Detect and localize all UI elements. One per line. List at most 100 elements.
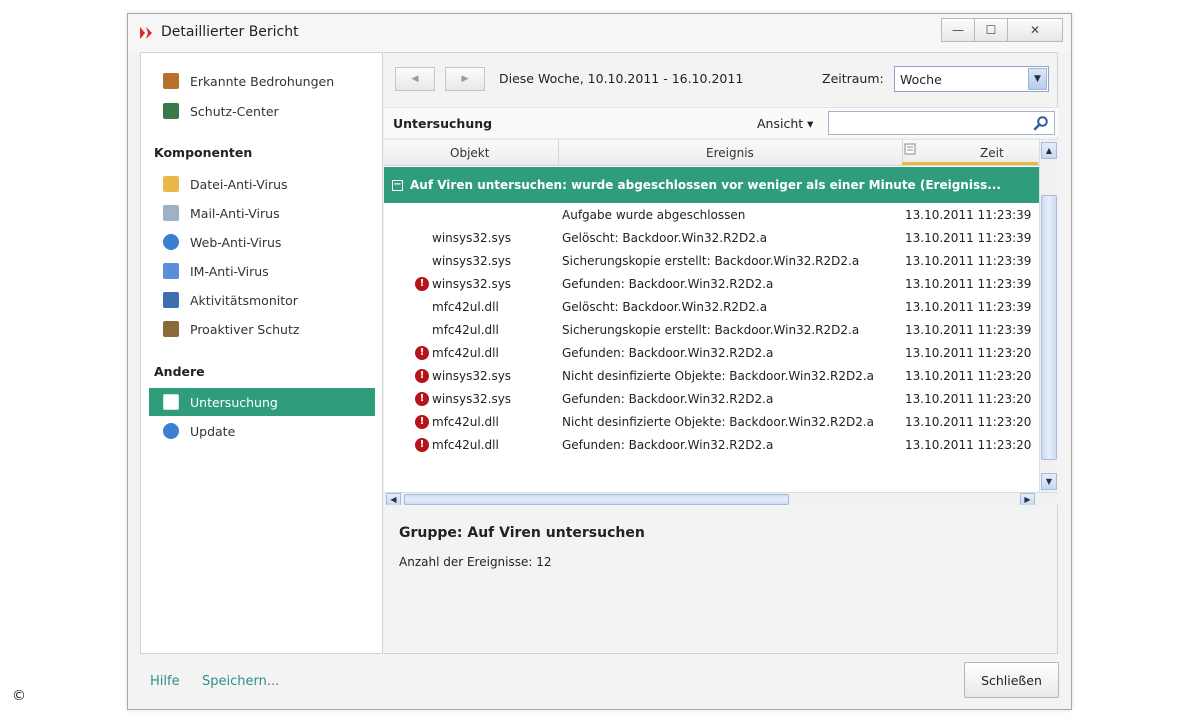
sort-indicator bbox=[902, 162, 1038, 165]
sidebar-item-activity-monitor[interactable]: Aktivitätsmonitor bbox=[149, 286, 375, 314]
cell-time: 13.10.2011 11:23:20 bbox=[905, 346, 1032, 360]
view-menu-button[interactable]: Ansicht ▾ bbox=[757, 116, 813, 131]
help-link[interactable]: Hilfe bbox=[150, 674, 180, 689]
events-table: Objekt Ereignis Zeit − Auf Viren untersu… bbox=[384, 139, 1058, 505]
table-row[interactable]: ! winsys32.sys Gefunden: Backdoor.Win32.R2… bbox=[384, 388, 1039, 411]
section-bar: Untersuchung Ansicht ▾ bbox=[384, 107, 1058, 137]
threats-icon bbox=[163, 73, 179, 89]
table-row[interactable]: ! mfc42ul.dll Nicht desinfizierte Objekte:… bbox=[384, 411, 1039, 434]
sidebar-item-label: Proaktiver Schutz bbox=[190, 321, 300, 337]
scroll-thumb-horizontal[interactable] bbox=[404, 494, 789, 505]
search-icon[interactable] bbox=[1033, 115, 1049, 131]
vertical-scrollbar[interactable]: ▲ ▼ bbox=[1039, 140, 1058, 492]
save-link[interactable]: Speichern... bbox=[202, 674, 279, 689]
cell-time: 13.10.2011 11:23:39 bbox=[905, 208, 1032, 222]
sidebar-item-label: Schutz-Center bbox=[190, 103, 279, 119]
toolbar: ◀ ▶ Diese Woche, 10.10.2011 - 16.10.2011… bbox=[384, 53, 1057, 105]
cell-object: winsys32.sys bbox=[432, 277, 512, 291]
column-header-object[interactable]: Objekt bbox=[450, 146, 489, 160]
week-range: Diese Woche, 10.10.2011 - 16.10.2011 bbox=[499, 71, 744, 86]
search-input[interactable] bbox=[833, 113, 1028, 133]
minimize-button[interactable]: — bbox=[941, 18, 975, 42]
period-value: Woche bbox=[900, 72, 942, 87]
back-button[interactable]: ◀ bbox=[395, 67, 435, 91]
monitor-icon bbox=[163, 292, 179, 308]
sidebar-item-scan[interactable]: Untersuchung bbox=[149, 388, 375, 416]
table-row[interactable]: winsys32.sys Sicherungskopie erstellt: Ba… bbox=[384, 250, 1039, 273]
maximize-button[interactable]: ☐ bbox=[974, 18, 1008, 42]
shield-icon bbox=[163, 321, 179, 337]
cell-time: 13.10.2011 11:23:39 bbox=[905, 277, 1032, 291]
sidebar-item-label: Erkannte Bedrohungen bbox=[190, 73, 335, 89]
sidebar-item-label: Datei-Anti-Virus bbox=[190, 176, 288, 192]
copyright-symbol: © bbox=[12, 688, 26, 704]
sidebar-item-threats[interactable]: Erkannte Bedrohungen bbox=[149, 67, 375, 95]
cell-time: 13.10.2011 11:23:39 bbox=[905, 231, 1032, 245]
section-title: Untersuchung bbox=[393, 116, 493, 131]
cell-time: 13.10.2011 11:23:20 bbox=[905, 392, 1032, 406]
table-row[interactable]: ! winsys32.sys Nicht desinfizierte Objekte… bbox=[384, 365, 1039, 388]
cell-event: Aufgabe wurde abgeschlossen bbox=[562, 208, 746, 222]
window-title: Detaillierter Bericht bbox=[161, 24, 299, 40]
error-icon: ! bbox=[415, 415, 429, 429]
table-row[interactable]: mfc42ul.dll Gelöscht: Backdoor.Win32.R2D2… bbox=[384, 296, 1039, 319]
error-icon: ! bbox=[415, 438, 429, 452]
column-header-event[interactable]: Ereignis bbox=[706, 146, 754, 160]
sidebar-item-label: Update bbox=[190, 423, 236, 439]
scroll-down-icon[interactable]: ▼ bbox=[1041, 473, 1057, 490]
error-icon: ! bbox=[415, 346, 429, 360]
sidebar-item-update[interactable]: Update bbox=[149, 417, 375, 445]
folder-icon bbox=[163, 176, 179, 192]
table-row[interactable]: ! winsys32.sys Gefunden: Backdoor.Win32.R2… bbox=[384, 273, 1039, 296]
cell-event: Gefunden: Backdoor.Win32.R2D2.a bbox=[562, 438, 774, 452]
period-select[interactable]: Woche ▼ bbox=[894, 66, 1049, 92]
cell-object: mfc42ul.dll bbox=[432, 300, 499, 314]
sidebar-item-web-antivirus[interactable]: Web-Anti-Virus bbox=[149, 228, 375, 256]
group-row[interactable]: − Auf Viren untersuchen: wurde abgeschlo… bbox=[384, 167, 1039, 203]
event-count: Anzahl der Ereignisse: 12 bbox=[399, 555, 552, 569]
cell-object: mfc42ul.dll bbox=[432, 438, 499, 452]
kaspersky-logo-icon bbox=[140, 27, 152, 39]
chevron-down-icon[interactable]: ▼ bbox=[1028, 68, 1047, 90]
table-row[interactable]: ! mfc42ul.dll Gefunden: Backdoor.Win32.R2D… bbox=[384, 342, 1039, 365]
other-heading: Andere bbox=[154, 364, 205, 379]
sidebar-item-mail-antivirus[interactable]: Mail-Anti-Virus bbox=[149, 199, 375, 227]
sidebar-item-label: Mail-Anti-Virus bbox=[190, 205, 280, 221]
column-header-time[interactable]: Zeit bbox=[980, 146, 1004, 160]
table-row[interactable]: winsys32.sys Gelöscht: Backdoor.Win32.R2D… bbox=[384, 227, 1039, 250]
horizontal-scrollbar[interactable]: ◀ ▶ bbox=[384, 492, 1058, 505]
error-icon: ! bbox=[415, 369, 429, 383]
column-config-icon[interactable] bbox=[904, 143, 916, 155]
sidebar-item-im-antivirus[interactable]: IM-Anti-Virus bbox=[149, 257, 375, 285]
table-row[interactable]: mfc42ul.dll Sicherungskopie erstellt: Bac… bbox=[384, 319, 1039, 342]
table-row[interactable]: Aufgabe wurde abgeschlossen 13.10.2011 11… bbox=[384, 204, 1039, 227]
globe-icon bbox=[163, 234, 179, 250]
scroll-left-icon[interactable]: ◀ bbox=[386, 493, 401, 505]
cell-time: 13.10.2011 11:23:20 bbox=[905, 369, 1032, 383]
cell-time: 13.10.2011 11:23:39 bbox=[905, 254, 1032, 268]
mail-icon bbox=[163, 205, 179, 221]
table-row[interactable]: ! mfc42ul.dll Gefunden: Backdoor.Win32.R2D… bbox=[384, 434, 1039, 457]
close-window-button[interactable]: ✕ bbox=[1007, 18, 1063, 42]
scroll-right-icon[interactable]: ▶ bbox=[1020, 493, 1035, 505]
cell-event: Sicherungskopie erstellt: Backdoor.Win32… bbox=[562, 254, 860, 268]
main-panel: ◀ ▶ Diese Woche, 10.10.2011 - 16.10.2011… bbox=[384, 52, 1058, 654]
cell-event: Nicht desinfizierte Objekte: Backdoor.Wi… bbox=[562, 415, 875, 429]
sidebar-item-protection-center[interactable]: Schutz-Center bbox=[149, 97, 375, 125]
sidebar-item-label: IM-Anti-Virus bbox=[190, 263, 269, 279]
footer: Hilfe Speichern... Schließen bbox=[128, 654, 1071, 711]
close-button[interactable]: Schließen bbox=[964, 662, 1059, 698]
scroll-up-icon[interactable]: ▲ bbox=[1041, 142, 1057, 159]
forward-button[interactable]: ▶ bbox=[445, 67, 485, 91]
sidebar-item-proactive-defense[interactable]: Proaktiver Schutz bbox=[149, 315, 375, 343]
sidebar: Erkannte Bedrohungen Schutz-Center Kompo… bbox=[140, 52, 383, 654]
cell-object: winsys32.sys bbox=[432, 254, 512, 268]
scan-icon bbox=[163, 394, 179, 410]
protection-center-icon bbox=[163, 103, 179, 119]
scroll-thumb[interactable] bbox=[1041, 195, 1057, 460]
cell-event: Nicht desinfizierte Objekte: Backdoor.Wi… bbox=[562, 369, 875, 383]
collapse-icon[interactable]: − bbox=[392, 179, 403, 191]
table-header: Objekt Ereignis Zeit bbox=[384, 140, 1039, 166]
sidebar-item-file-antivirus[interactable]: Datei-Anti-Virus bbox=[149, 170, 375, 198]
search-box[interactable] bbox=[828, 111, 1055, 135]
